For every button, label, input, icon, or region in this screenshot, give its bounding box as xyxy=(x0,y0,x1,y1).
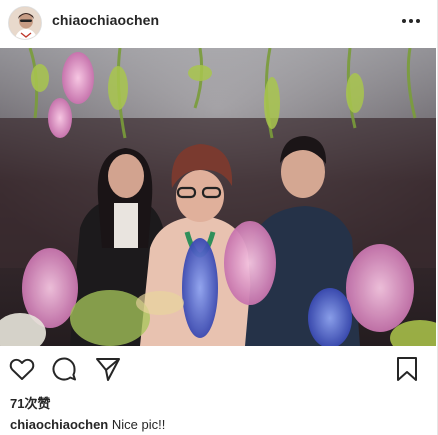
more-options-button[interactable] xyxy=(400,12,422,30)
comment-username[interactable]: chiaochiaochen xyxy=(10,417,108,432)
comment: chiaochiaochen Nice pic!! xyxy=(10,417,165,432)
post-actions xyxy=(0,350,438,386)
comment-text: Nice pic!! xyxy=(111,417,166,432)
like-button[interactable] xyxy=(8,355,36,383)
heart-outline-icon xyxy=(9,358,35,380)
instagram-post: chiaochiaochen 71次赞 chiaochiaochen Nice … xyxy=(0,0,438,435)
save-button[interactable] xyxy=(393,355,421,383)
avatar[interactable] xyxy=(8,6,42,40)
paper-plane-icon xyxy=(96,358,120,381)
share-button[interactable] xyxy=(94,355,122,383)
post-header: chiaochiaochen xyxy=(0,0,438,44)
post-photo[interactable] xyxy=(0,48,436,346)
likes-count[interactable]: 71次赞 xyxy=(10,393,50,412)
comment-button[interactable] xyxy=(50,355,78,383)
photo-image xyxy=(0,48,436,346)
comment-bubble-icon xyxy=(52,357,76,381)
more-horizontal-icon xyxy=(402,19,420,23)
post-username[interactable]: chiaochiaochen xyxy=(52,12,159,28)
avatar-image xyxy=(9,7,41,39)
bookmark-outline-icon xyxy=(397,357,417,381)
